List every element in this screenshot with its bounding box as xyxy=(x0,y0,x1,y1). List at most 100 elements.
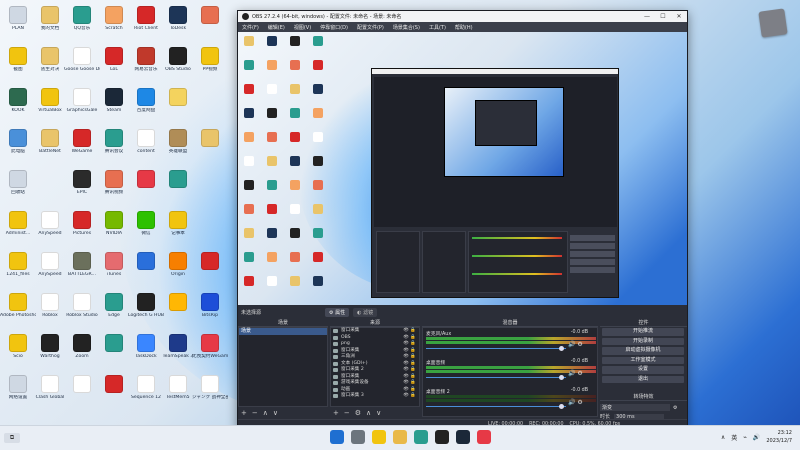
desktop-icon[interactable]: Sequence 12 xyxy=(130,373,162,405)
source-item[interactable]: 窗口采集 3 👁 🔒 xyxy=(331,393,419,400)
desktop-icon[interactable]: TeamSpeak 3 xyxy=(162,332,194,364)
move-up-button[interactable]: ∧ xyxy=(366,409,371,417)
move-down-button[interactable]: ∨ xyxy=(376,409,381,417)
desktop-icon[interactable]: 百度网盘 xyxy=(130,86,162,118)
desktop-icon[interactable]: 网易云音乐 xyxy=(130,45,162,77)
desktop-icon[interactable]: BattleNet xyxy=(34,127,66,159)
speaker-icon[interactable]: 🔊 xyxy=(568,341,575,348)
desktop-icon[interactable]: 逃生对决 xyxy=(34,45,66,77)
control-button[interactable]: 启动虚拟摄像机 xyxy=(602,347,684,355)
desktop-icon[interactable]: Roblox Studio xyxy=(66,291,98,323)
desktop-icon[interactable]: QQ音乐 xyxy=(66,4,98,36)
desktop-icon[interactable]: LoL xyxy=(98,45,130,77)
preview-canvas[interactable] xyxy=(238,32,687,305)
remove-source-button[interactable]: − xyxy=(344,409,350,417)
gear-icon[interactable]: ⚙ xyxy=(577,370,582,377)
menu-item[interactable]: 场景集合(S) xyxy=(393,24,420,31)
desktop-icon[interactable]: KOOK xyxy=(2,86,34,118)
search-icon[interactable] xyxy=(351,430,365,444)
control-button[interactable]: 开始推流 xyxy=(602,328,684,336)
desktop-icon[interactable]: BATTLEGR... xyxy=(66,250,98,282)
desktop-icon[interactable]: content xyxy=(130,127,162,159)
desktop-icon[interactable]: NVIDIA xyxy=(98,209,130,241)
menu-item[interactable]: 编辑(E) xyxy=(268,24,285,31)
scene-item[interactable]: 场景 xyxy=(239,328,327,335)
desktop-icon[interactable] xyxy=(194,250,226,282)
desktop-icon[interactable]: Logitech G HUB xyxy=(128,291,164,323)
menu-item[interactable]: 配置文件(P) xyxy=(357,24,384,31)
desktop-icon[interactable]: 1241_files xyxy=(2,250,34,282)
desktop-icon[interactable]: 英雄联盟 xyxy=(162,127,194,159)
desktop-icon[interactable]: ToDesk xyxy=(162,4,194,36)
desktop-icon[interactable]: Riot Client xyxy=(130,4,162,36)
desktop-icon[interactable]: Zoom xyxy=(66,332,98,364)
speaker-icon[interactable]: 🔊 xyxy=(568,399,575,406)
desktop-icon[interactable] xyxy=(130,168,162,200)
file-explorer-icon[interactable] xyxy=(372,430,386,444)
desktop-icon[interactable]: 我的文档 xyxy=(34,4,66,36)
desktop-icon[interactable]: Roblox xyxy=(34,291,66,323)
control-button[interactable]: 开始录制 xyxy=(602,337,684,345)
menu-item[interactable]: 停靠窗口(D) xyxy=(320,24,348,31)
desktop-icon[interactable] xyxy=(98,332,130,364)
control-button[interactable]: 工作室模式 xyxy=(602,356,684,364)
desktop-icon[interactable]: GraphicsGale xyxy=(66,86,98,118)
desktop-icon[interactable] xyxy=(194,4,226,36)
menu-item[interactable]: 帮助(H) xyxy=(455,24,473,31)
desktop-icon[interactable] xyxy=(162,86,194,118)
desktop-icon[interactable]: 无畏契约WeGame版 xyxy=(192,332,228,364)
windows-start-icon[interactable] xyxy=(330,430,344,444)
desktop-icon[interactable]: Scratch xyxy=(98,4,130,36)
filters-button[interactable]: ◐ 滤镜 xyxy=(353,308,378,317)
game-icon[interactable] xyxy=(477,430,491,444)
network-icon[interactable]: ⌁ xyxy=(743,434,747,441)
desktop-icon[interactable]: ジャンク 战神全部 xyxy=(192,373,228,405)
desktop-icon[interactable]: 微信 xyxy=(130,209,162,241)
desktop-icon[interactable] xyxy=(66,373,98,405)
desktop-icon[interactable] xyxy=(162,291,194,323)
volume-slider[interactable] xyxy=(426,404,566,409)
desktop-icon[interactable]: iTunes xyxy=(98,250,130,282)
source-settings-icon[interactable]: ⚙ xyxy=(355,409,361,417)
desktop-icon[interactable]: VirtualBox xyxy=(34,86,66,118)
desktop-icon[interactable]: 记事本 xyxy=(162,209,194,241)
desktop-icon[interactable]: 此电脑 xyxy=(2,127,34,159)
desktop-icon[interactable]: TaskDock xyxy=(130,332,162,364)
move-down-button[interactable]: ∨ xyxy=(273,409,278,417)
desktop-icon[interactable]: Pictures xyxy=(66,209,98,241)
transition-select[interactable]: 渐变 xyxy=(600,404,670,411)
edge-icon[interactable] xyxy=(414,430,428,444)
menu-item[interactable]: 工具(T) xyxy=(429,24,446,31)
chevron-up-icon[interactable]: ∧ xyxy=(721,434,725,441)
add-source-button[interactable]: + xyxy=(333,409,339,417)
gear-icon[interactable]: ⚙ xyxy=(577,399,582,406)
minimize-button[interactable]: — xyxy=(639,11,655,22)
desktop-icon[interactable]: Edge xyxy=(98,291,130,323)
visibility-eye-icon[interactable]: 👁 🔒 xyxy=(403,393,416,400)
gear-icon[interactable]: ⚙ xyxy=(577,341,582,348)
ime-indicator[interactable]: 英 xyxy=(731,433,737,442)
desktop-icon[interactable]: TestMem5 xyxy=(162,373,194,405)
volume-slider[interactable] xyxy=(426,375,566,380)
menu-item[interactable]: 文件(F) xyxy=(242,24,259,31)
scenes-list[interactable]: 场景 xyxy=(238,327,328,407)
close-button[interactable]: ✕ xyxy=(671,11,687,22)
desktop-icon[interactable]: AnySpeed xyxy=(34,250,66,282)
desktop-icon[interactable]: 腾讯视频 xyxy=(98,168,130,200)
folder-icon[interactable] xyxy=(393,430,407,444)
volume-icon[interactable]: 🔊 xyxy=(753,434,760,441)
desktop-icon[interactable]: 网络设置 xyxy=(2,373,34,405)
transition-settings-icon[interactable]: ⚙ xyxy=(673,405,677,411)
volume-slider[interactable] xyxy=(426,346,566,351)
desktop-icon[interactable]: 腾讯会议 xyxy=(98,127,130,159)
desktop-icon[interactable]: Warthog xyxy=(34,332,66,364)
speaker-icon[interactable]: 🔊 xyxy=(568,370,575,377)
desktop-icon[interactable]: Goose Goose Duck xyxy=(64,45,100,77)
steam-icon[interactable] xyxy=(456,430,470,444)
desktop-icon[interactable] xyxy=(130,250,162,282)
control-button[interactable]: 退出 xyxy=(602,375,684,383)
desktop-icon[interactable]: Adobe Photoshop xyxy=(0,291,36,323)
desktop-icon[interactable] xyxy=(98,373,130,405)
menu-item[interactable]: 视图(V) xyxy=(294,24,311,31)
desktop-shortcut-icon[interactable] xyxy=(758,8,788,38)
